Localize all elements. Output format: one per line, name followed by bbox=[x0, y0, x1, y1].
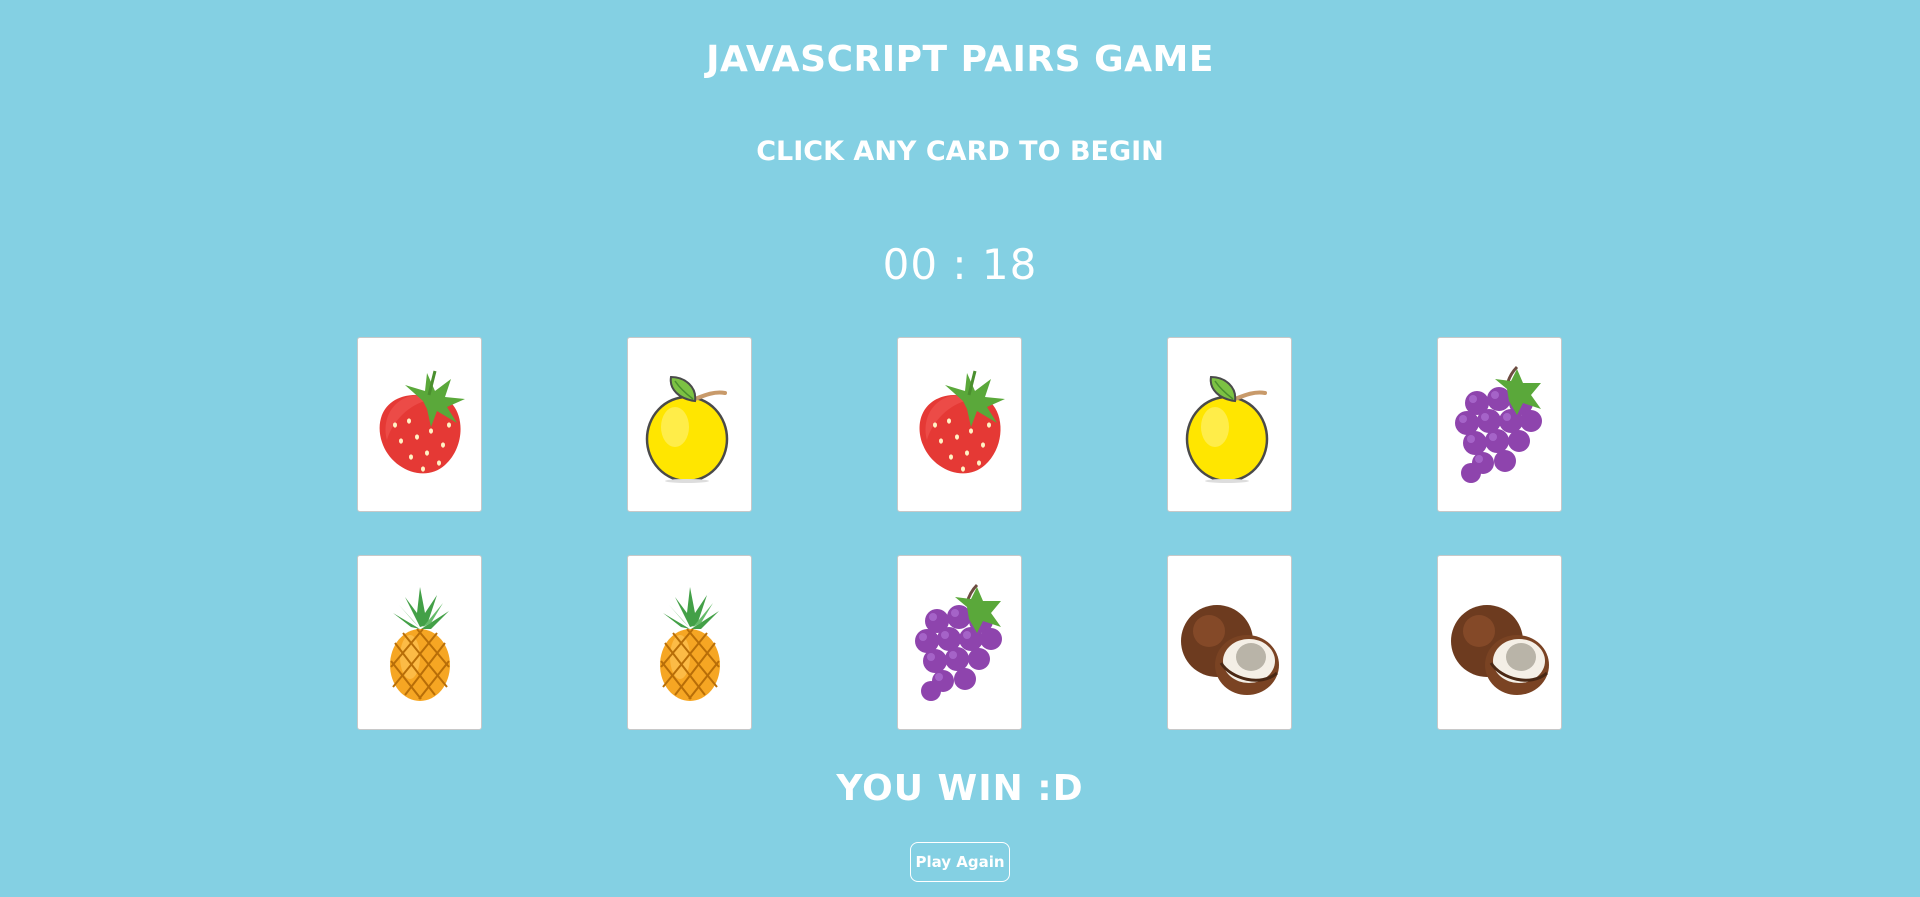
card-coconut[interactable] bbox=[1167, 555, 1292, 730]
card-pineapple[interactable] bbox=[627, 555, 752, 730]
card-pineapple[interactable] bbox=[357, 555, 482, 730]
coconut-icon bbox=[1445, 583, 1555, 703]
grapes-icon bbox=[1445, 365, 1555, 485]
card-lemon[interactable] bbox=[627, 337, 752, 512]
card-coconut[interactable] bbox=[1437, 555, 1562, 730]
strawberry-icon bbox=[905, 365, 1015, 485]
play-again-button[interactable]: Play Again bbox=[910, 842, 1010, 882]
card-strawberry[interactable] bbox=[897, 337, 1022, 512]
game-title: JAVASCRIPT PAIRS GAME bbox=[706, 39, 1214, 80]
card-strawberry[interactable] bbox=[357, 337, 482, 512]
instruction-text: CLICK ANY CARD TO BEGIN bbox=[756, 136, 1164, 167]
card-grapes[interactable] bbox=[897, 555, 1022, 730]
grapes-icon bbox=[905, 583, 1015, 703]
win-message: YOU WIN :D bbox=[836, 768, 1084, 809]
lemon-icon bbox=[635, 365, 745, 485]
card-grapes[interactable] bbox=[1437, 337, 1562, 512]
pineapple-icon bbox=[635, 583, 745, 703]
lemon-icon bbox=[1175, 365, 1285, 485]
card-lemon[interactable] bbox=[1167, 337, 1292, 512]
coconut-icon bbox=[1175, 583, 1285, 703]
strawberry-icon bbox=[365, 365, 475, 485]
timer-display: 00 : 18 bbox=[882, 240, 1038, 289]
pineapple-icon bbox=[365, 583, 475, 703]
